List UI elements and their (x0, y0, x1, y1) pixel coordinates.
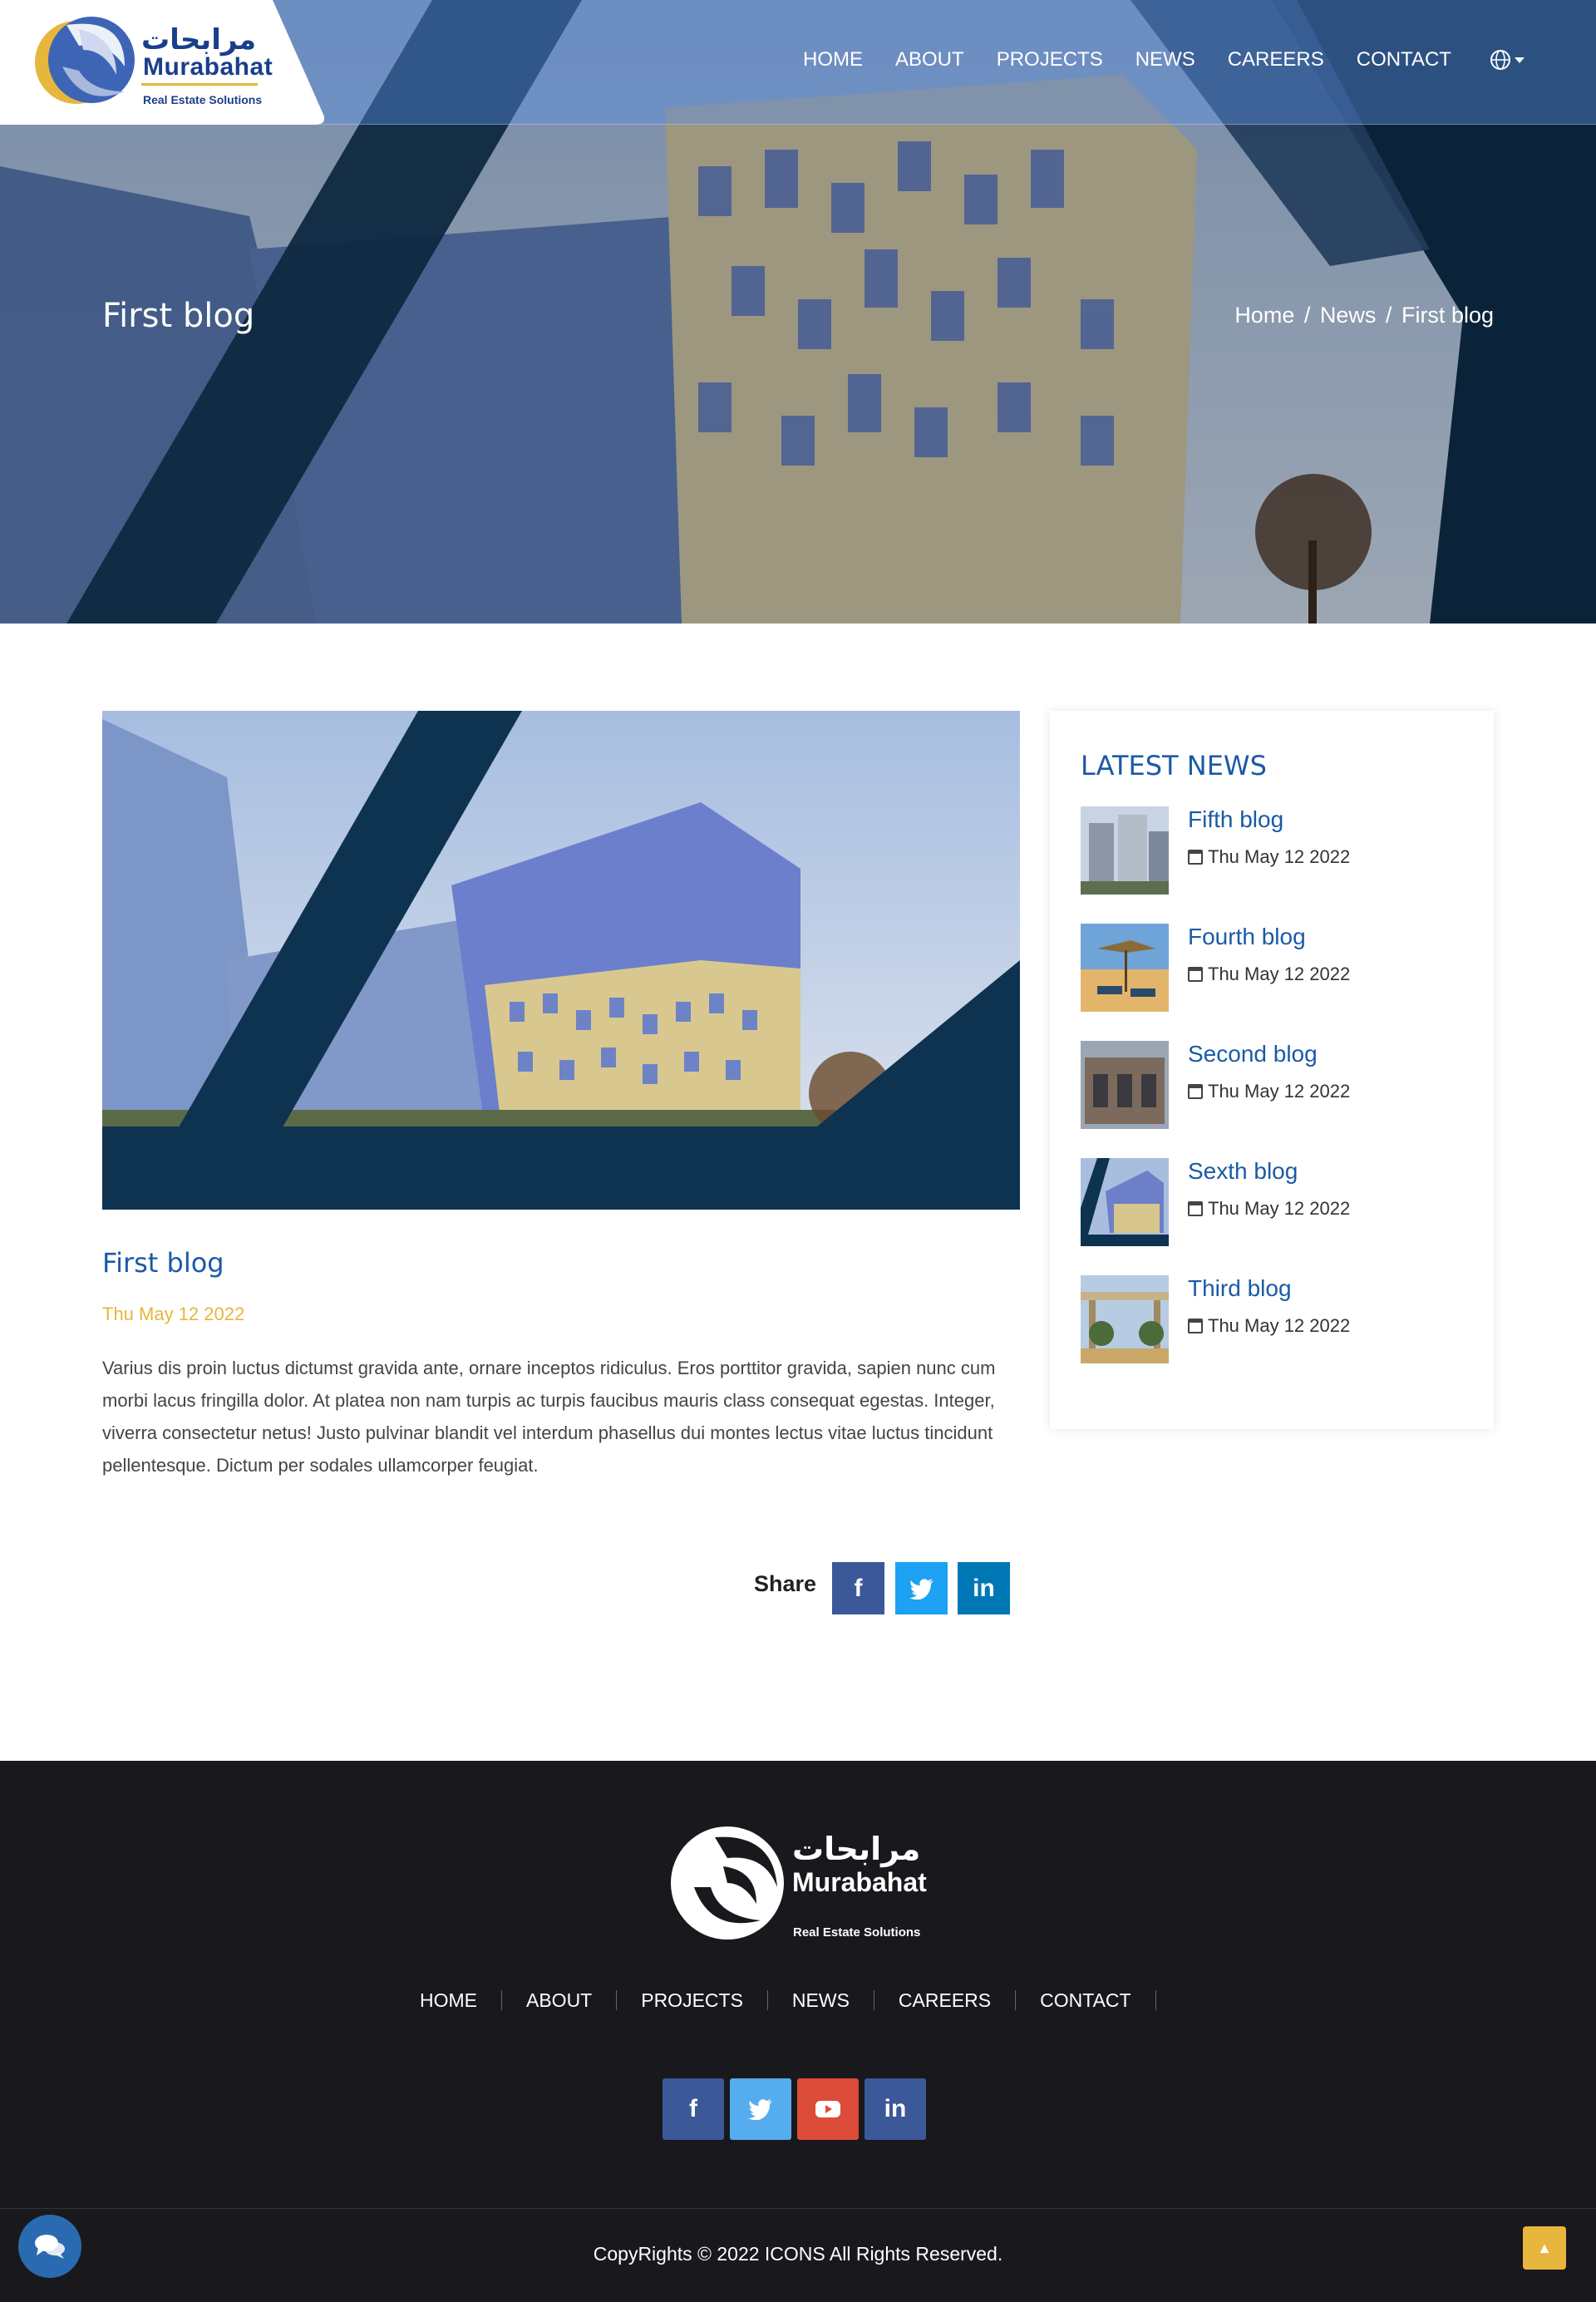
breadcrumb-current: First blog (1401, 303, 1494, 328)
share-linkedin-button[interactable]: in (958, 1562, 1010, 1614)
footer-nav-careers[interactable]: CAREERS (899, 1990, 1017, 2010)
logo-arabic: مرابحات (141, 23, 257, 57)
footer-divider (0, 2208, 1596, 2209)
facebook-icon: f (854, 1574, 863, 1602)
chevron-up-icon: ▲ (1537, 2239, 1552, 2256)
calendar-icon (1188, 1319, 1203, 1333)
footer-nav-about[interactable]: ABOUT (526, 1990, 618, 2010)
breadcrumb-home[interactable]: Home (1234, 303, 1294, 328)
news-thumbnail (1081, 1041, 1169, 1129)
calendar-icon (1188, 1084, 1203, 1099)
youtube-icon (815, 2101, 840, 2117)
facebook-icon: f (689, 2095, 697, 2122)
post-image (102, 711, 1020, 1210)
news-thumbnail (1081, 1275, 1169, 1363)
chat-button[interactable] (18, 2215, 81, 2278)
nav-about[interactable]: ABOUT (895, 48, 964, 71)
share-twitter-button[interactable] (895, 1562, 948, 1614)
news-date: Thu May 12 2022 (1188, 846, 1350, 868)
footer-nav-news[interactable]: NEWS (792, 1990, 874, 2010)
footer-nav-home[interactable]: HOME (420, 1990, 502, 2010)
logo-tagline: Real Estate Solutions (143, 93, 263, 106)
footer-youtube-button[interactable] (797, 2078, 859, 2140)
news-title[interactable]: Fourth blog (1188, 924, 1306, 950)
logo-name: Murabahat (143, 53, 273, 81)
footer-logo-name: Murabahat (792, 1867, 927, 1897)
globe-icon (1490, 50, 1525, 70)
news-thumbnail (1081, 806, 1169, 895)
main-nav: HOME ABOUT PROJECTS NEWS CAREERS CONTACT (803, 48, 1484, 71)
linkedin-icon: in (884, 2095, 907, 2122)
news-item[interactable]: Third blog Thu May 12 2022 (1081, 1275, 1471, 1363)
nav-projects[interactable]: PROJECTS (997, 48, 1103, 71)
nav-careers[interactable]: CAREERS (1228, 48, 1324, 71)
news-item[interactable]: Fourth blog Thu May 12 2022 (1081, 924, 1471, 1012)
breadcrumb: Home / News / First blog (1234, 303, 1494, 328)
news-date: Thu May 12 2022 (1188, 1198, 1350, 1220)
post-body: Varius dis proin luctus dictumst gravida… (102, 1358, 996, 1476)
nav-contact[interactable]: CONTACT (1357, 48, 1451, 71)
post-title: First blog (102, 1247, 224, 1279)
footer-linkedin-button[interactable]: in (864, 2078, 926, 2140)
back-to-top-button[interactable]: ▲ (1523, 2226, 1566, 2270)
news-title[interactable]: Sexth blog (1188, 1158, 1298, 1185)
news-item[interactable]: Fifth blog Thu May 12 2022 (1081, 806, 1471, 895)
hero-overlay (0, 125, 1596, 624)
calendar-icon (1188, 1201, 1203, 1216)
footer-nav-contact[interactable]: CONTACT (1040, 1990, 1156, 2010)
footer-nav: HOME ABOUT PROJECTS NEWS CAREERS CONTACT (420, 1990, 1180, 2010)
linkedin-icon: in (973, 1574, 995, 1602)
latest-news-sidebar: LATEST NEWS Fifth blog Thu May 12 2022 F… (1050, 711, 1494, 1429)
post-date: Thu May 12 2022 (102, 1304, 245, 1324)
news-item[interactable]: Second blog Thu May 12 2022 (1081, 1041, 1471, 1129)
page-title: First blog (102, 297, 255, 335)
news-thumbnail (1081, 924, 1169, 1012)
chat-icon (35, 2235, 65, 2259)
footer-twitter-button[interactable] (730, 2078, 791, 2140)
breadcrumb-separator: / (1385, 303, 1392, 328)
sidebar-heading: LATEST NEWS (1081, 750, 1267, 781)
breadcrumb-news[interactable]: News (1320, 303, 1377, 328)
calendar-icon (1188, 967, 1203, 982)
share-label: Share (754, 1571, 817, 1596)
news-thumbnail (1081, 1158, 1169, 1246)
footer-logo-mark (671, 1826, 784, 1940)
news-date: Thu May 12 2022 (1188, 1081, 1350, 1102)
chevron-down-icon (1515, 57, 1525, 63)
footer-logo[interactable]: مرابحات Murabahat Real Estate Solutions (665, 1821, 939, 1945)
twitter-icon (748, 2099, 772, 2120)
site-logo[interactable]: مرابحات Murabahat Real Estate Solutions (0, 0, 324, 125)
share-facebook-button[interactable]: f (832, 1562, 884, 1614)
news-date: Thu May 12 2022 (1188, 964, 1350, 985)
news-title[interactable]: Second blog (1188, 1041, 1318, 1067)
nav-news[interactable]: NEWS (1135, 48, 1195, 71)
twitter-icon (909, 1578, 933, 1600)
calendar-icon (1188, 850, 1203, 865)
footer-logo-arabic: مرابحات (792, 1831, 921, 1867)
site-header: مرابحات Murabahat Real Estate Solutions … (0, 0, 1596, 125)
news-title[interactable]: Third blog (1188, 1275, 1292, 1302)
nav-home[interactable]: HOME (803, 48, 863, 71)
footer-logo-tagline: Real Estate Solutions (793, 1925, 921, 1940)
copyright-text: CopyRights © 2022 ICONS All Rights Reser… (593, 2243, 1003, 2265)
language-selector[interactable] (1490, 48, 1528, 77)
footer-nav-projects[interactable]: PROJECTS (641, 1990, 768, 2010)
news-item[interactable]: Sexth blog Thu May 12 2022 (1081, 1158, 1471, 1246)
breadcrumb-separator: / (1303, 303, 1311, 328)
news-title[interactable]: Fifth blog (1188, 806, 1283, 833)
news-date: Thu May 12 2022 (1188, 1315, 1350, 1337)
footer-facebook-button[interactable]: f (663, 2078, 724, 2140)
